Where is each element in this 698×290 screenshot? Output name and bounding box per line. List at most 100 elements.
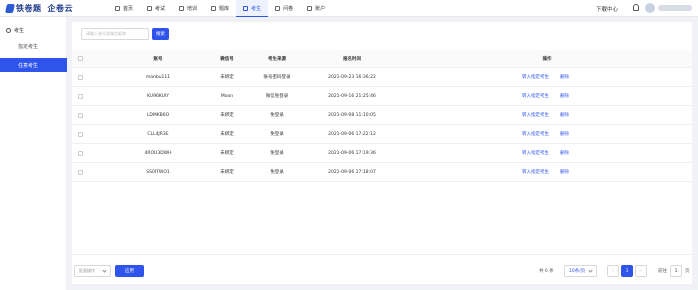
cell-account: SS0ITWO1 bbox=[146, 169, 170, 175]
cell-wechat: 未绑定 bbox=[220, 113, 234, 118]
transfer-link[interactable]: 转入指定考生 bbox=[522, 87, 549, 105]
nav-item-home[interactable]: 首页 bbox=[108, 0, 140, 16]
row-checkbox[interactable] bbox=[78, 75, 83, 80]
batch-action-select[interactable]: 批量操作 bbox=[74, 265, 111, 277]
app-logo[interactable]: 铁卷题 企卷云 bbox=[5, 2, 73, 14]
nav-label: 题库 bbox=[219, 5, 230, 12]
nav-label: 考生 bbox=[251, 5, 262, 12]
transfer-link[interactable]: 转入指定考生 bbox=[522, 106, 549, 124]
logo-mark-icon bbox=[5, 3, 15, 13]
cell-wechat: Moon bbox=[220, 93, 234, 99]
nav-item-question-bank[interactable]: 题库 bbox=[204, 0, 236, 16]
table-row: SS0ITWO1 未绑定 免登录 2021-09-06 17:18:07 转入指… bbox=[72, 163, 692, 182]
column-header-source: 考生来源 bbox=[268, 56, 286, 62]
row-checkbox[interactable] bbox=[78, 170, 83, 175]
sidebar-item-label: 指定考生 bbox=[18, 43, 39, 50]
column-header-actions: 操作 bbox=[542, 56, 552, 62]
delete-link[interactable]: 删除 bbox=[560, 125, 569, 143]
training-icon bbox=[179, 5, 185, 11]
table-row: 4ROU3DWH 未绑定 免登录 2021-09-06 17:19:36 转入指… bbox=[72, 144, 692, 163]
delete-link[interactable]: 删除 bbox=[560, 144, 569, 162]
cell-account: CLL4JR3E bbox=[147, 131, 169, 137]
delete-link[interactable]: 删除 bbox=[560, 87, 569, 105]
select-all-checkbox[interactable] bbox=[78, 56, 83, 61]
row-checkbox[interactable] bbox=[78, 151, 83, 156]
sidebar-item-label: 任意考生 bbox=[18, 62, 39, 69]
user-icon bbox=[243, 5, 249, 11]
prev-page-button[interactable]: ‹ bbox=[607, 265, 619, 277]
cell-account: manbu111 bbox=[145, 74, 171, 80]
cell-wechat: 未绑定 bbox=[220, 151, 234, 156]
nav-item-exam[interactable]: 考试 bbox=[140, 0, 172, 16]
nav-item-survey[interactable]: 问卷 bbox=[268, 0, 300, 16]
transfer-link[interactable]: 转入指定考生 bbox=[522, 144, 549, 162]
sidebar: 考生 指定考生 任意考生 bbox=[0, 17, 67, 290]
bell-icon[interactable] bbox=[633, 4, 639, 11]
brand-name: 铁卷题 bbox=[16, 3, 42, 13]
column-header-account: 账号 bbox=[153, 56, 163, 62]
transfer-link[interactable]: 转入指定考生 bbox=[522, 163, 549, 181]
column-header-wechat: 微信号 bbox=[220, 56, 234, 62]
table-row: LDMKB6O 未绑定 免登录 2021-09-08 11:10:05 转入指定… bbox=[72, 106, 692, 125]
user-icon bbox=[6, 28, 11, 33]
next-page-button[interactable]: › bbox=[635, 265, 647, 277]
cell-signup-time: 2021-09-16 21:25:46 bbox=[328, 93, 376, 99]
username-blurred[interactable] bbox=[658, 5, 692, 11]
page-size-value: 10条/页 bbox=[569, 269, 586, 274]
main-nav: 首页 考试 培训 题库 考生 问卷 账户 bbox=[108, 0, 332, 17]
search-input[interactable]: 请输入账号或微信昵称 bbox=[81, 28, 149, 40]
nav-item-training[interactable]: 培训 bbox=[172, 0, 204, 16]
search-button[interactable]: 搜索 bbox=[152, 28, 169, 40]
transfer-link[interactable]: 转入指定考生 bbox=[522, 68, 549, 86]
cell-account: KU96KUIY bbox=[146, 93, 170, 99]
avatar[interactable] bbox=[645, 3, 655, 13]
sidebar-item-any-examinee[interactable]: 任意考生 bbox=[0, 58, 67, 72]
row-checkbox[interactable] bbox=[78, 113, 83, 118]
nav-label: 考试 bbox=[155, 5, 166, 12]
row-checkbox[interactable] bbox=[78, 94, 83, 99]
home-icon bbox=[115, 5, 120, 11]
batch-action-placeholder: 批量操作 bbox=[79, 268, 95, 273]
page-size-select[interactable]: 10条/页 bbox=[564, 265, 597, 277]
top-navigation-bar: 铁卷题 企卷云 首页 考试 培训 题库 考生 问卷 账户 下载中心 bbox=[0, 0, 698, 17]
table-row: CLL4JR3E 未绑定 免登录 2021-09-06 17:22:12 转入指… bbox=[72, 125, 692, 144]
main-panel: 请输入账号或微信昵称 搜索 账号 微信号 考生来源 报名时间 操作 manbu1… bbox=[72, 22, 692, 284]
table-row: KU96KUIY Moon 微信免登录 2021-09-16 21:25:46 … bbox=[72, 87, 692, 106]
goto-label: 前往 bbox=[658, 269, 667, 274]
row-checkbox[interactable] bbox=[78, 132, 83, 137]
nav-item-account[interactable]: 账户 bbox=[300, 0, 332, 16]
download-center-link[interactable]: 下载中心 bbox=[596, 5, 618, 13]
cell-wechat: 未绑定 bbox=[220, 170, 234, 175]
table-header: 账号 微信号 考生来源 报名时间 操作 bbox=[72, 50, 692, 68]
footer-divider bbox=[72, 254, 692, 255]
cell-source: 账号密码登录 bbox=[263, 75, 291, 80]
cell-signup-time: 2021-09-06 17:22:12 bbox=[328, 131, 376, 137]
transfer-link[interactable]: 转入指定考生 bbox=[522, 125, 549, 143]
cell-signup-time: 2021-09-06 17:19:36 bbox=[328, 150, 376, 156]
apply-button[interactable]: 应用 bbox=[115, 265, 144, 277]
sub-brand-name: 企卷云 bbox=[47, 3, 73, 13]
exam-icon bbox=[147, 5, 153, 11]
cell-signup-time: 2021-09-06 17:18:07 bbox=[328, 169, 376, 175]
account-icon bbox=[307, 5, 313, 11]
delete-link[interactable]: 删除 bbox=[560, 163, 569, 181]
survey-icon bbox=[275, 5, 281, 11]
delete-link[interactable]: 删除 bbox=[560, 106, 569, 124]
page-1-button[interactable]: 1 bbox=[621, 265, 633, 277]
cell-account: LDMKB6O bbox=[146, 112, 170, 118]
nav-item-examinee[interactable]: 考生 bbox=[236, 0, 269, 17]
chevron-down-icon bbox=[102, 268, 107, 273]
column-header-signup-time: 报名时间 bbox=[343, 56, 361, 62]
sidebar-header: 考生 bbox=[6, 27, 24, 34]
cell-source: 免登录 bbox=[270, 132, 284, 137]
cell-signup-time: 2021-09-23 16:36:22 bbox=[328, 74, 376, 80]
cell-signup-time: 2021-09-08 11:10:05 bbox=[328, 112, 376, 118]
cell-wechat: 未绑定 bbox=[220, 132, 234, 137]
cell-source: 免登录 bbox=[270, 113, 284, 118]
delete-link[interactable]: 删除 bbox=[560, 68, 569, 86]
nav-label: 培训 bbox=[187, 5, 198, 12]
goto-page-input[interactable]: 1 bbox=[670, 265, 682, 277]
sidebar-item-designated-examinee[interactable]: 指定考生 bbox=[0, 39, 67, 53]
cell-source: 微信免登录 bbox=[265, 94, 289, 99]
chevron-down-icon bbox=[588, 268, 593, 273]
